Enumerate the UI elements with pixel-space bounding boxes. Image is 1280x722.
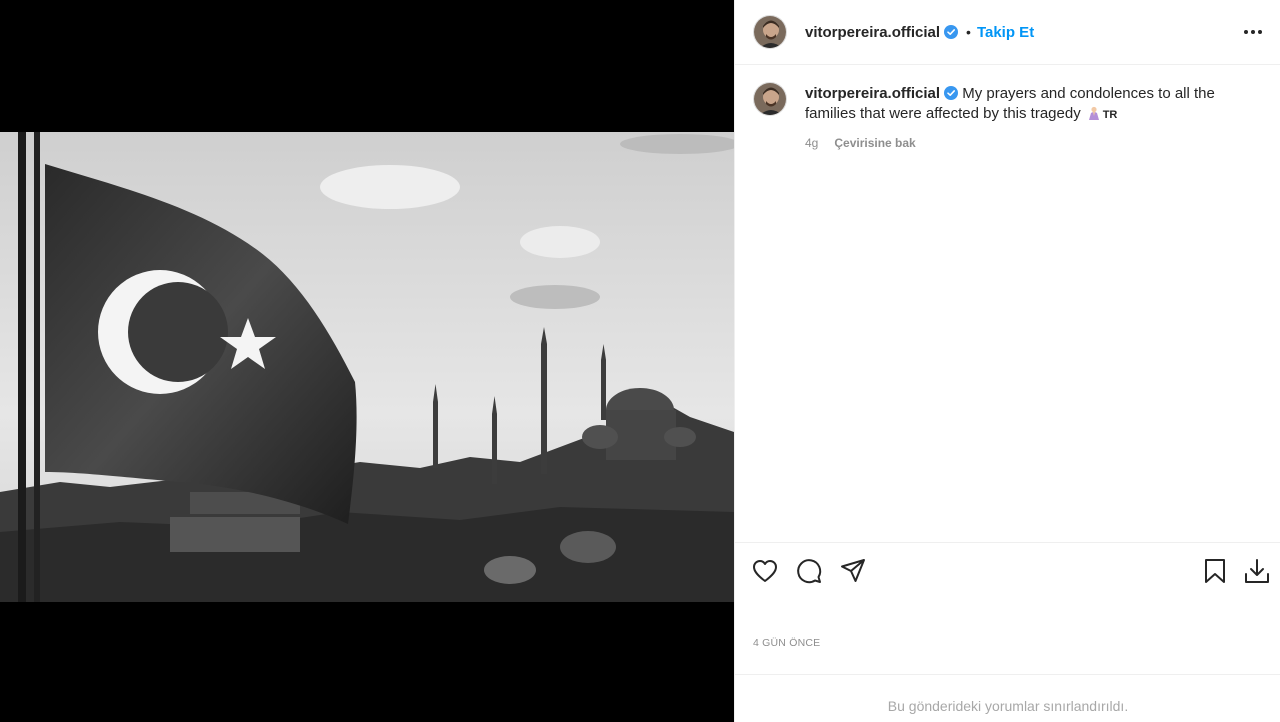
comments-limited-notice: Bu gönderideki yorumlar sınırlandırıldı.	[887, 697, 1129, 714]
author-username[interactable]: vitorpereira.official	[805, 24, 940, 41]
separator-dot: •	[966, 24, 971, 40]
comment-icon	[797, 559, 822, 584]
post-photo[interactable]	[0, 132, 734, 602]
tr-flag-text: TR	[1102, 109, 1118, 121]
comments-footer: Bu gönderideki yorumlar sınırlandırıldı.	[735, 674, 1280, 722]
author-avatar[interactable]	[753, 15, 787, 49]
caption-avatar[interactable]	[753, 82, 787, 116]
post-caption: vitorpereira.official My prayers and con…	[753, 82, 1263, 153]
caption-body: vitorpereira.official My prayers and con…	[805, 82, 1263, 153]
see-translation-button[interactable]: Çevirisine bak	[834, 133, 915, 153]
like-button[interactable]	[751, 557, 779, 585]
comment-button[interactable]	[795, 557, 823, 585]
follow-button[interactable]: Takip Et	[977, 24, 1034, 41]
verified-badge-icon	[944, 25, 959, 39]
caption-meta: 4g Çevirisine bak	[805, 133, 1263, 153]
caption-username[interactable]: vitorpereira.official	[805, 85, 940, 102]
bookmark-icon	[1205, 559, 1225, 583]
action-bar	[735, 543, 1280, 601]
post-actions-section	[735, 542, 1280, 601]
post-viewer: vitorpereira.official • Takip Et vitorpe…	[0, 0, 1280, 722]
caption-age: 4g	[805, 136, 819, 150]
post-timestamp[interactable]: 4 GÜN ÖNCE	[753, 637, 820, 649]
post-side-panel: vitorpereira.official • Takip Et vitorpe…	[734, 0, 1280, 722]
download-icon	[1245, 559, 1269, 583]
post-header: vitorpereira.official • Takip Et	[735, 0, 1280, 65]
send-icon	[841, 559, 865, 582]
download-button[interactable]	[1243, 557, 1271, 585]
save-button[interactable]	[1201, 557, 1229, 585]
more-options-icon[interactable]	[1241, 22, 1265, 42]
heart-icon	[753, 560, 777, 582]
media-pane	[0, 0, 734, 722]
verified-badge-icon	[944, 86, 959, 100]
praying-woman-emoji-icon	[1088, 106, 1099, 120]
share-button[interactable]	[839, 557, 867, 585]
